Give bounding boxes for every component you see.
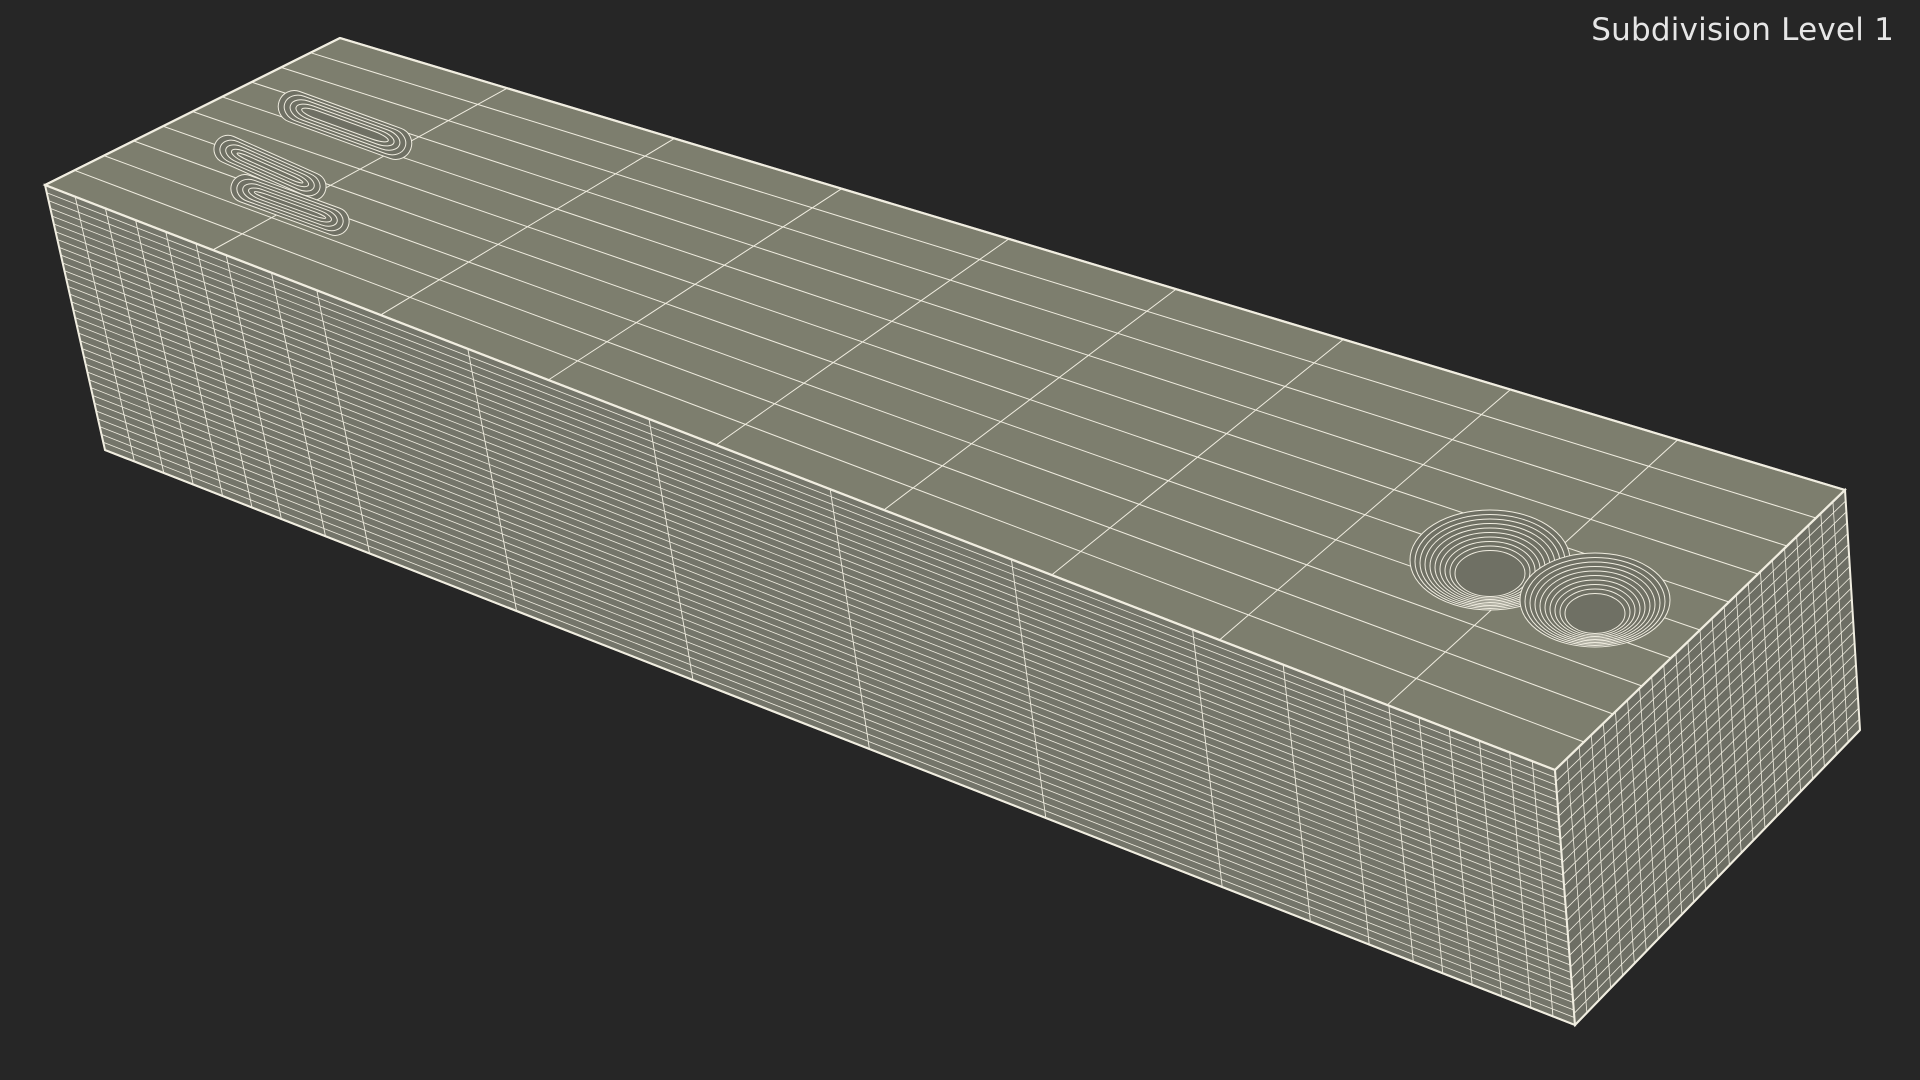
- viewport[interactable]: Subdivision Level 1: [0, 0, 1920, 1080]
- recess-right: [1519, 552, 1671, 648]
- recess-ring: [1519, 552, 1671, 648]
- subdivision-level-label: Subdivision Level 1: [1591, 12, 1894, 48]
- wireframe-model: [42, 36, 1862, 1028]
